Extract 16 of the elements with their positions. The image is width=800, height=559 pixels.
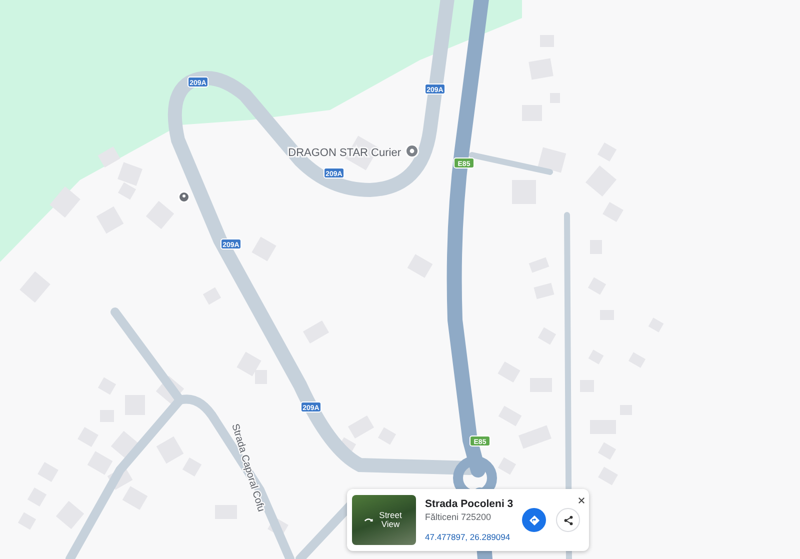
- place-label: DRAGON STAR Curier: [288, 147, 401, 159]
- address-subtitle: Fălticeni 725200: [425, 512, 492, 522]
- street-view-thumbnail[interactable]: Street View: [352, 495, 416, 545]
- directions-button[interactable]: [522, 508, 546, 532]
- coordinates-link[interactable]: 47.477897, 26.289094: [425, 532, 514, 542]
- street-view-label: Street View: [378, 510, 403, 530]
- directions-icon: [528, 514, 540, 526]
- close-icon: [578, 496, 584, 504]
- share-button[interactable]: [556, 508, 580, 532]
- address-title: Strada Pocoleni 3: [425, 498, 514, 510]
- rotate-arrow-icon: [362, 516, 374, 524]
- place-marker-icon: [405, 144, 419, 158]
- close-button[interactable]: [576, 495, 586, 505]
- street-label: Strada Caporal Cofu: [229, 422, 266, 514]
- location-pin-icon: [178, 191, 190, 203]
- share-icon: [562, 514, 574, 526]
